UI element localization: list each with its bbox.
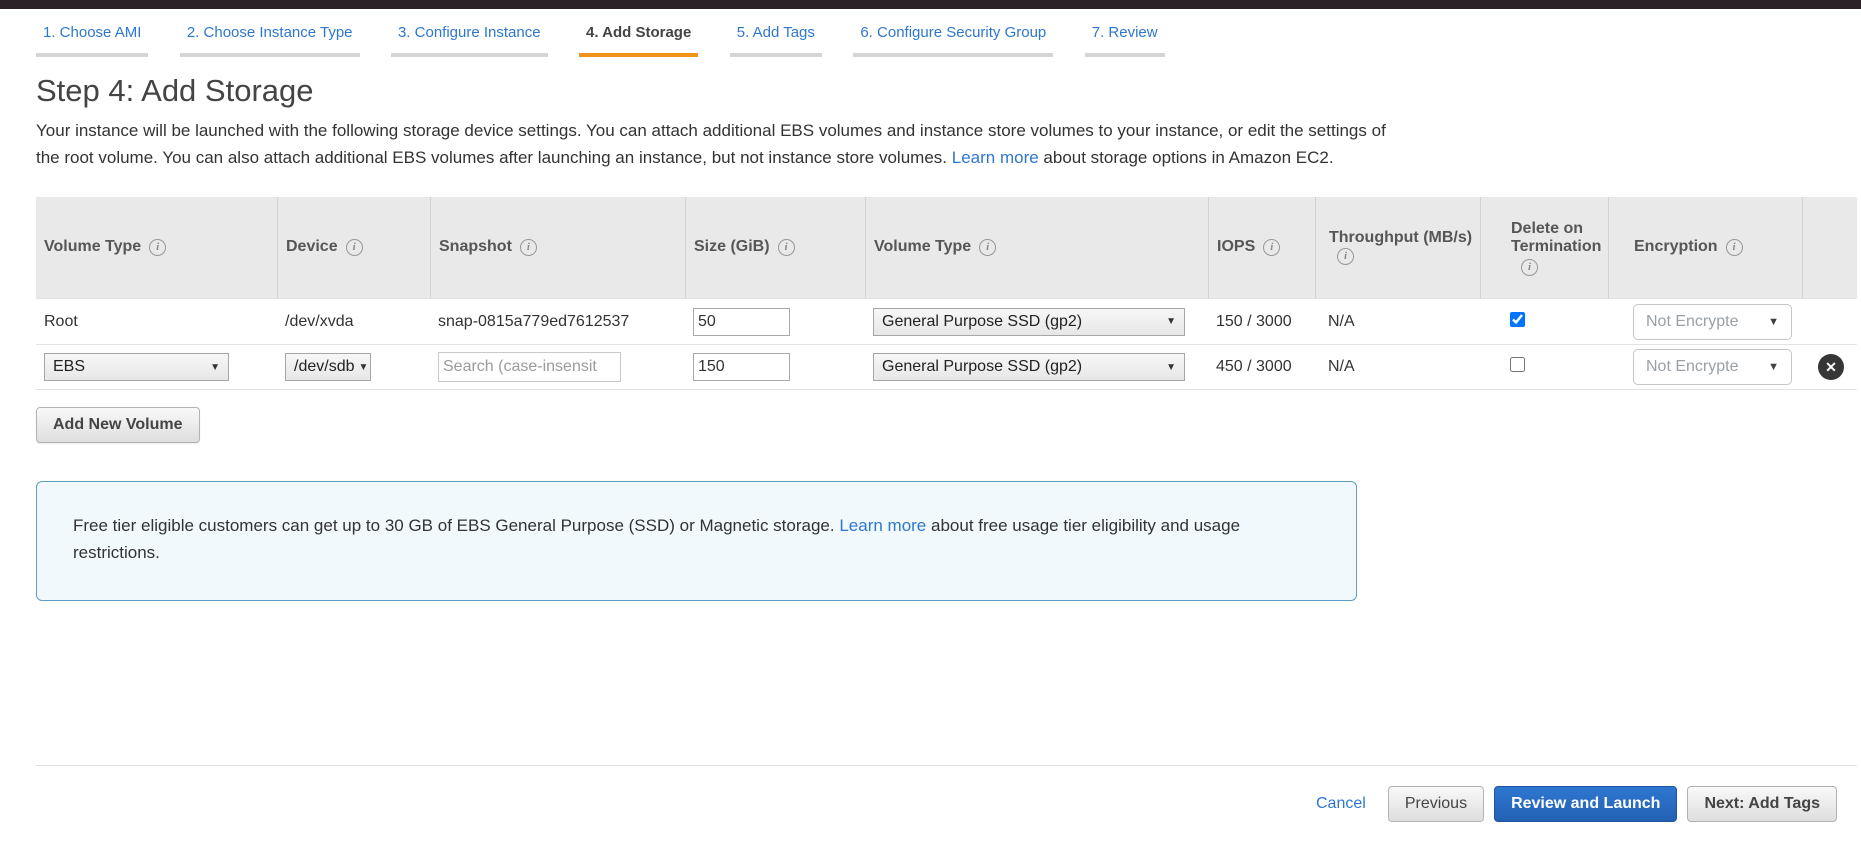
info-icon[interactable]: i — [1726, 239, 1743, 256]
root-device-value: /dev/xvda — [277, 313, 430, 331]
info-icon[interactable]: i — [1521, 259, 1538, 276]
cancel-link[interactable]: Cancel — [1316, 795, 1366, 813]
add-new-volume-button[interactable]: Add New Volume — [36, 407, 200, 443]
root-size-input[interactable] — [693, 308, 790, 336]
ebs-device-select[interactable]: /dev/sdb ▼ — [285, 353, 371, 381]
table-row-root-volume: Root /dev/xvda snap-0815a779ed7612537 Ge… — [36, 298, 1857, 344]
root-iops-value: 150 / 3000 — [1208, 313, 1315, 331]
delete-on-termination-header-label: Delete on Termination — [1511, 220, 1611, 256]
tab-review[interactable]: 7. Review — [1085, 24, 1165, 57]
ebs-encryption-select[interactable]: Not Encrypte ▼ — [1633, 349, 1792, 385]
iops-header-label: IOPS — [1217, 238, 1255, 255]
remove-volume-icon[interactable]: ✕ — [1818, 354, 1844, 380]
root-volume-type-value: General Purpose SSD (gp2) — [882, 313, 1082, 331]
previous-button[interactable]: Previous — [1388, 786, 1484, 822]
tab-add-tags[interactable]: 5. Add Tags — [730, 24, 822, 57]
storage-table-header: Volume Typei Devicei Snapshoti Size (GiB… — [36, 197, 1857, 298]
ebs-volume-type-category-select[interactable]: EBS ▼ — [44, 353, 229, 381]
wizard-tabs: 1. Choose AMI 2. Choose Instance Type 3.… — [0, 9, 1861, 57]
tab-choose-instance-type[interactable]: 2. Choose Instance Type — [180, 24, 360, 57]
review-and-launch-button[interactable]: Review and Launch — [1494, 786, 1677, 822]
table-row-ebs-volume: EBS ▼ /dev/sdb ▼ General Purpose SSD (gp… — [36, 344, 1857, 390]
ebs-throughput-value: N/A — [1315, 358, 1480, 376]
col-header-encryption: Encryption i — [1608, 197, 1802, 298]
ebs-volume-type-value: General Purpose SSD (gp2) — [882, 358, 1082, 376]
info-icon[interactable]: i — [346, 239, 363, 256]
root-encryption-value: Not Encrypte — [1646, 313, 1738, 331]
info-icon[interactable]: i — [1263, 239, 1280, 256]
select-arrow-icon: ▼ — [1166, 362, 1176, 373]
root-encryption-select[interactable]: Not Encrypte ▼ — [1633, 304, 1792, 340]
col-header-actions — [1802, 197, 1857, 298]
tab-configure-security-group[interactable]: 6. Configure Security Group — [853, 24, 1053, 57]
ebs-device-value: /dev/sdb — [294, 358, 354, 376]
root-volume-label: Root — [36, 313, 277, 331]
ebs-encryption-value: Not Encrypte — [1646, 358, 1738, 376]
info-icon[interactable]: i — [979, 239, 996, 256]
root-snapshot-value: snap-0815a779ed7612537 — [430, 313, 685, 331]
root-volume-type-select[interactable]: General Purpose SSD (gp2) ▼ — [873, 308, 1185, 336]
footer-divider — [36, 765, 1857, 766]
select-arrow-icon: ▼ — [1166, 316, 1176, 327]
info-icon[interactable]: i — [520, 239, 537, 256]
ebs-size-input[interactable] — [693, 353, 790, 381]
root-throughput-value: N/A — [1315, 313, 1480, 331]
root-delete-on-termination-checkbox[interactable] — [1510, 312, 1525, 327]
dropdown-arrow-icon: ▼ — [1768, 316, 1779, 328]
throughput-header-label: Throughput (MB/s) — [1329, 229, 1472, 246]
ebs-snapshot-search-input[interactable] — [438, 352, 621, 382]
volume-type2-header-label: Volume Type — [874, 238, 971, 255]
col-header-iops: IOPS i — [1208, 197, 1315, 298]
select-arrow-icon: ▼ — [358, 362, 368, 373]
ebs-delete-on-termination-checkbox[interactable] — [1510, 357, 1525, 372]
select-arrow-icon: ▼ — [210, 362, 220, 373]
free-tier-notice: Free tier eligible customers can get up … — [36, 481, 1357, 601]
learn-more-storage-link[interactable]: Learn more — [952, 148, 1039, 167]
volume-type-header-label: Volume Type — [44, 238, 141, 255]
footer-actions: Cancel Previous Review and Launch Next: … — [0, 786, 1837, 822]
ebs-volume-type-select[interactable]: General Purpose SSD (gp2) ▼ — [873, 353, 1185, 381]
col-header-delete-on-termination: Delete on Termination i — [1480, 197, 1608, 298]
page-title: Step 4: Add Storage — [36, 73, 1825, 109]
device-header-label: Device — [286, 238, 338, 255]
info-icon[interactable]: i — [778, 239, 795, 256]
tab-add-storage[interactable]: 4. Add Storage — [579, 24, 698, 57]
col-header-volume-type-2: Volume Type i — [865, 197, 1208, 298]
col-header-volume-type: Volume Type i — [36, 197, 277, 298]
col-header-throughput: Throughput (MB/s) i — [1315, 197, 1480, 298]
ebs-iops-value: 450 / 3000 — [1208, 358, 1315, 376]
snapshot-header-label: Snapshot — [439, 238, 512, 255]
tab-choose-ami[interactable]: 1. Choose AMI — [36, 24, 148, 57]
console-top-bar — [0, 0, 1861, 9]
learn-more-free-tier-link[interactable]: Learn more — [839, 516, 926, 535]
col-header-device: Devicei — [277, 197, 430, 298]
info-icon[interactable]: i — [1337, 248, 1354, 265]
ebs-volume-category-value: EBS — [53, 358, 85, 376]
page-description: Your instance will be launched with the … — [36, 117, 1386, 171]
info-icon[interactable]: i — [149, 239, 166, 256]
encryption-header-label: Encryption — [1634, 238, 1718, 255]
col-header-size: Size (GiB) i — [685, 197, 865, 298]
size-header-label: Size (GiB) — [694, 238, 770, 255]
page-description-tail: about storage options in Amazon EC2. — [1043, 148, 1333, 167]
free-tier-text: Free tier eligible customers can get up … — [73, 516, 835, 535]
storage-table: Volume Typei Devicei Snapshoti Size (GiB… — [36, 197, 1857, 390]
next-add-tags-button[interactable]: Next: Add Tags — [1687, 786, 1837, 822]
dropdown-arrow-icon: ▼ — [1768, 361, 1779, 373]
tab-configure-instance[interactable]: 3. Configure Instance — [391, 24, 548, 57]
col-header-snapshot: Snapshot i — [430, 197, 685, 298]
